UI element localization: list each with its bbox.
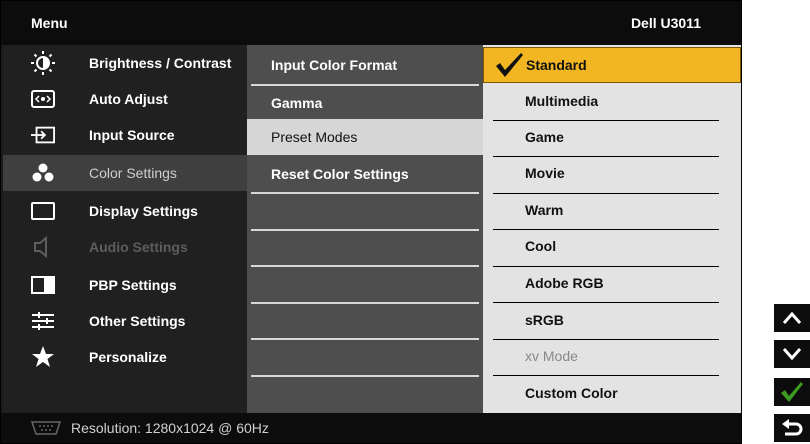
menu-item-label: Display Settings	[89, 203, 198, 219]
submenu-item-label: Input Color Format	[271, 57, 397, 73]
menu-item-label: PBP Settings	[89, 277, 177, 293]
menu-item-label: Brightness / Contrast	[89, 55, 232, 71]
submenu-item-input-color-format[interactable]: Input Color Format	[247, 47, 483, 83]
divider	[251, 375, 479, 377]
submenu: Input Color Format Gamma Preset Modes Re…	[247, 45, 483, 413]
menu-item-auto-adjust[interactable]: Auto Adjust	[3, 81, 247, 117]
option-label: Warm	[525, 202, 564, 218]
menu-item-color-settings[interactable]: Color Settings	[3, 155, 247, 191]
submenu-item-label: Reset Color Settings	[271, 166, 409, 182]
confirm-button[interactable]	[774, 378, 810, 406]
option-multimedia[interactable]: Multimedia	[483, 83, 741, 119]
main-menu: Brightness / Contrast Auto Adjust Input …	[3, 45, 247, 413]
divider	[251, 338, 479, 340]
color-settings-icon	[31, 163, 55, 182]
brightness-icon	[31, 51, 55, 75]
option-label: Cool	[525, 238, 557, 254]
menu-item-label: Personalize	[89, 349, 167, 365]
option-custom-color[interactable]: Custom Color	[483, 375, 741, 411]
option-label: sRGB	[525, 312, 564, 328]
up-button[interactable]	[774, 304, 810, 332]
menu-item-personalize[interactable]: Personalize	[3, 339, 247, 375]
display-icon	[31, 202, 55, 220]
option-label: Game	[525, 129, 564, 145]
status-bar: Resolution: 1280x1024 @ 60Hz	[1, 413, 741, 443]
menu-item-other-settings[interactable]: Other Settings	[3, 303, 247, 339]
down-button[interactable]	[774, 340, 810, 368]
menu-item-label: Color Settings	[89, 165, 177, 181]
osd-window: Menu Dell U3011 Brightness / Contrast Au…	[0, 0, 742, 444]
vga-connector-icon	[31, 421, 61, 435]
submenu-item-label: Gamma	[271, 95, 323, 111]
menu-item-label: Other Settings	[89, 313, 186, 329]
model-name: Dell U3011	[630, 15, 701, 31]
menu-item-display-settings[interactable]: Display Settings	[3, 193, 247, 229]
divider	[251, 265, 479, 267]
preset-options: Standard Multimedia Game Movie Warm Cool…	[483, 45, 741, 413]
input-source-icon	[31, 126, 55, 144]
submenu-item-preset-modes[interactable]: Preset Modes	[247, 119, 483, 155]
submenu-item-label: Preset Modes	[271, 129, 358, 145]
menu-item-label: Auto Adjust	[89, 91, 168, 107]
submenu-item-gamma[interactable]: Gamma	[247, 85, 483, 121]
resolution-text: Resolution: 1280x1024 @ 60Hz	[71, 420, 269, 436]
checkmark-icon	[496, 53, 523, 77]
pbp-icon	[31, 276, 55, 294]
menu-item-label: Input Source	[89, 127, 175, 143]
option-game[interactable]: Game	[483, 119, 741, 155]
option-label: Standard	[526, 57, 587, 73]
divider	[251, 229, 479, 231]
option-cool[interactable]: Cool	[483, 228, 741, 264]
option-label: Custom Color	[525, 385, 618, 401]
option-movie[interactable]: Movie	[483, 155, 741, 191]
menu-item-input-source[interactable]: Input Source	[3, 117, 247, 153]
submenu-item-reset-color-settings[interactable]: Reset Color Settings	[247, 156, 483, 192]
menu-item-audio-settings: Audio Settings	[3, 229, 247, 265]
option-label: Movie	[525, 165, 565, 181]
menu-item-pbp-settings[interactable]: PBP Settings	[3, 267, 247, 303]
menu-item-label: Audio Settings	[89, 239, 188, 255]
chevron-up-icon	[782, 311, 802, 324]
checkmark-icon	[781, 382, 803, 402]
back-button[interactable]	[774, 414, 810, 442]
back-arrow-icon	[782, 419, 803, 436]
option-adobe-rgb[interactable]: Adobe RGB	[483, 265, 741, 301]
menu-title: Menu	[31, 15, 68, 31]
menu-item-brightness-contrast[interactable]: Brightness / Contrast	[3, 45, 247, 81]
speaker-icon	[31, 236, 55, 258]
option-xv-mode: xv Mode	[483, 338, 741, 374]
chevron-down-icon	[782, 348, 802, 361]
option-label: Adobe RGB	[525, 275, 604, 291]
osd-header: Menu Dell U3011	[1, 1, 741, 45]
option-srgb[interactable]: sRGB	[483, 302, 741, 338]
option-label: xv Mode	[525, 348, 578, 364]
star-icon	[31, 346, 55, 367]
sliders-icon	[31, 312, 55, 330]
option-standard[interactable]: Standard	[483, 47, 741, 83]
divider	[251, 192, 479, 194]
divider	[251, 302, 479, 304]
option-label: Multimedia	[525, 93, 599, 109]
option-warm[interactable]: Warm	[483, 192, 741, 228]
auto-adjust-icon	[31, 90, 55, 108]
